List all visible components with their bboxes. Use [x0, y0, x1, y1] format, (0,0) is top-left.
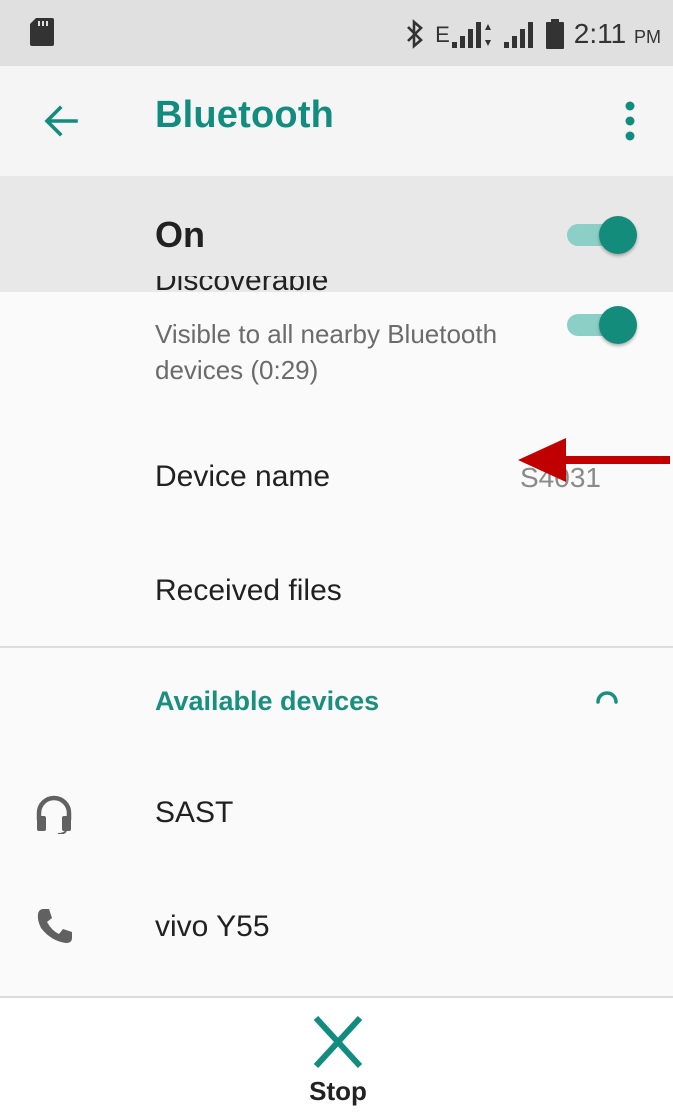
device-name: vivo Y55	[155, 910, 270, 943]
bluetooth-toggle[interactable]	[563, 212, 639, 256]
sd-card-icon	[30, 18, 54, 46]
more-options-icon[interactable]	[618, 98, 642, 144]
status-bar: E 2:11 PM	[0, 0, 673, 66]
discoverable-subtitle: Visible to all nearby Bluetooth devices …	[155, 319, 498, 385]
bluetooth-switch-label: On	[155, 214, 205, 255]
phone-icon	[37, 909, 72, 943]
mobile-signal-1: E	[435, 20, 492, 48]
status-time-suffix: PM	[634, 27, 661, 47]
device-name-label[interactable]: Device name	[155, 460, 330, 494]
discoverable-toggle[interactable]	[563, 302, 639, 346]
status-icons: E 2:11 PM	[405, 14, 661, 54]
discoverable-title-text: Discoverable	[155, 276, 329, 297]
bluetooth-status-icon	[407, 19, 424, 49]
annotation-arrow-icon	[518, 438, 670, 482]
battery-icon	[545, 19, 564, 49]
status-time: 2:11 PM	[574, 18, 661, 50]
received-files-label[interactable]: Received files	[155, 574, 342, 608]
section-divider	[0, 646, 673, 648]
status-time-value: 2:11	[573, 18, 627, 49]
network-type-label: E	[435, 22, 450, 47]
device-name: SAST	[155, 796, 234, 829]
data-activity-icon	[484, 24, 491, 46]
discoverable-title: Discoverable	[155, 276, 328, 302]
stop-label: Stop	[309, 1076, 367, 1106]
scanning-progress-icon	[596, 691, 618, 704]
close-x-icon	[313, 1015, 363, 1069]
toggle-thumb	[599, 216, 637, 254]
bluetooth-master-switch-row[interactable]: On	[0, 176, 673, 292]
headphones-icon	[36, 795, 72, 834]
stop-button[interactable]: Stop	[288, 1010, 388, 1110]
back-arrow-icon[interactable]	[42, 102, 80, 140]
page-title: Bluetooth	[155, 94, 335, 136]
signal-bars-icon	[451, 22, 481, 48]
app-bar: Bluetooth	[0, 66, 673, 177]
signal-bars-icon-sim2	[503, 22, 533, 48]
available-devices-header: Available devices	[155, 686, 380, 716]
toggle-thumb	[599, 306, 637, 344]
bottom-action-bar: Stop	[0, 998, 673, 1117]
